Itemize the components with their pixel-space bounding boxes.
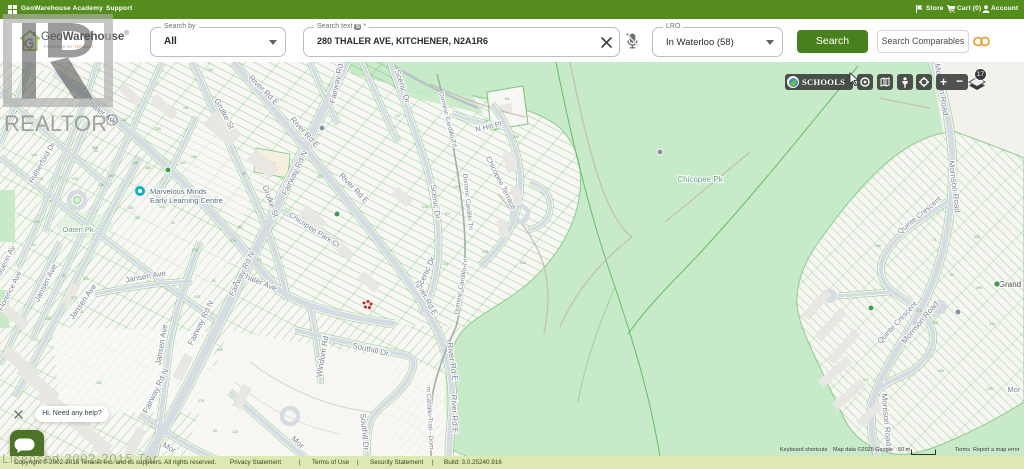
svg-text:Early Learning Centre: Early Learning Centre bbox=[150, 196, 223, 205]
svg-text:399: 399 bbox=[976, 286, 982, 290]
svg-text:161: 161 bbox=[183, 106, 189, 110]
svg-text:161: 161 bbox=[237, 225, 243, 229]
svg-text:32: 32 bbox=[171, 221, 175, 225]
svg-text:374: 374 bbox=[230, 239, 236, 243]
svg-text:49: 49 bbox=[32, 243, 36, 247]
svg-text:Grand: Grand bbox=[999, 280, 1021, 289]
svg-text:135: 135 bbox=[232, 430, 238, 434]
svg-text:334: 334 bbox=[98, 183, 104, 187]
svg-text:7: 7 bbox=[176, 435, 178, 439]
svg-text:48: 48 bbox=[242, 172, 246, 176]
svg-text:182: 182 bbox=[96, 381, 102, 385]
svg-text:330: 330 bbox=[974, 235, 980, 239]
svg-text:379: 379 bbox=[71, 296, 77, 300]
svg-text:154: 154 bbox=[207, 68, 213, 72]
svg-text:229: 229 bbox=[256, 258, 262, 262]
svg-text:115: 115 bbox=[34, 220, 40, 224]
svg-text:221: 221 bbox=[83, 277, 89, 281]
svg-text:271: 271 bbox=[863, 378, 869, 382]
svg-text:134: 134 bbox=[989, 322, 995, 326]
svg-text:265: 265 bbox=[932, 321, 938, 325]
svg-text:234: 234 bbox=[442, 262, 448, 266]
svg-text:60: 60 bbox=[950, 273, 954, 277]
svg-text:65: 65 bbox=[213, 429, 217, 433]
svg-text:308: 308 bbox=[513, 135, 519, 139]
svg-text:392: 392 bbox=[128, 206, 134, 210]
svg-text:136: 136 bbox=[875, 244, 881, 248]
svg-text:274: 274 bbox=[198, 399, 204, 403]
svg-text:91: 91 bbox=[212, 279, 216, 283]
svg-text:255: 255 bbox=[191, 155, 197, 159]
svg-text:195: 195 bbox=[217, 348, 223, 352]
svg-text:341: 341 bbox=[318, 175, 324, 179]
svg-text:74: 74 bbox=[932, 238, 936, 242]
svg-text:Oaten Pk: Oaten Pk bbox=[62, 225, 94, 234]
svg-text:343: 343 bbox=[180, 161, 186, 165]
svg-text:315: 315 bbox=[520, 261, 526, 265]
svg-text:97: 97 bbox=[45, 122, 49, 126]
svg-text:Chicopee Pk: Chicopee Pk bbox=[677, 175, 723, 184]
svg-text:Mor: Mor bbox=[1008, 385, 1021, 394]
svg-text:315: 315 bbox=[482, 250, 488, 254]
svg-text:107: 107 bbox=[395, 114, 401, 118]
svg-text:94: 94 bbox=[505, 96, 510, 101]
svg-text:206: 206 bbox=[422, 205, 428, 209]
svg-text:239: 239 bbox=[987, 387, 993, 391]
svg-text:215: 215 bbox=[72, 177, 78, 181]
svg-text:178: 178 bbox=[916, 309, 922, 313]
svg-text:149: 149 bbox=[31, 153, 37, 157]
svg-text:388: 388 bbox=[145, 166, 151, 170]
svg-text:213: 213 bbox=[194, 295, 200, 299]
svg-text:293: 293 bbox=[121, 118, 127, 122]
svg-text:205: 205 bbox=[454, 185, 460, 189]
svg-text:216: 216 bbox=[192, 248, 198, 252]
svg-text:260: 260 bbox=[108, 174, 114, 178]
svg-text:114: 114 bbox=[159, 205, 165, 209]
svg-text:317: 317 bbox=[445, 212, 451, 216]
svg-text:255: 255 bbox=[155, 127, 161, 131]
svg-text:159: 159 bbox=[134, 216, 140, 220]
svg-text:358: 358 bbox=[92, 146, 98, 150]
svg-text:186: 186 bbox=[132, 161, 138, 165]
svg-text:31: 31 bbox=[62, 274, 66, 278]
svg-text:Marvelous Minds: Marvelous Minds bbox=[150, 187, 207, 196]
svg-text:183: 183 bbox=[938, 369, 944, 373]
svg-text:282: 282 bbox=[45, 317, 51, 321]
svg-text:River Rd E: River Rd E bbox=[449, 394, 459, 433]
